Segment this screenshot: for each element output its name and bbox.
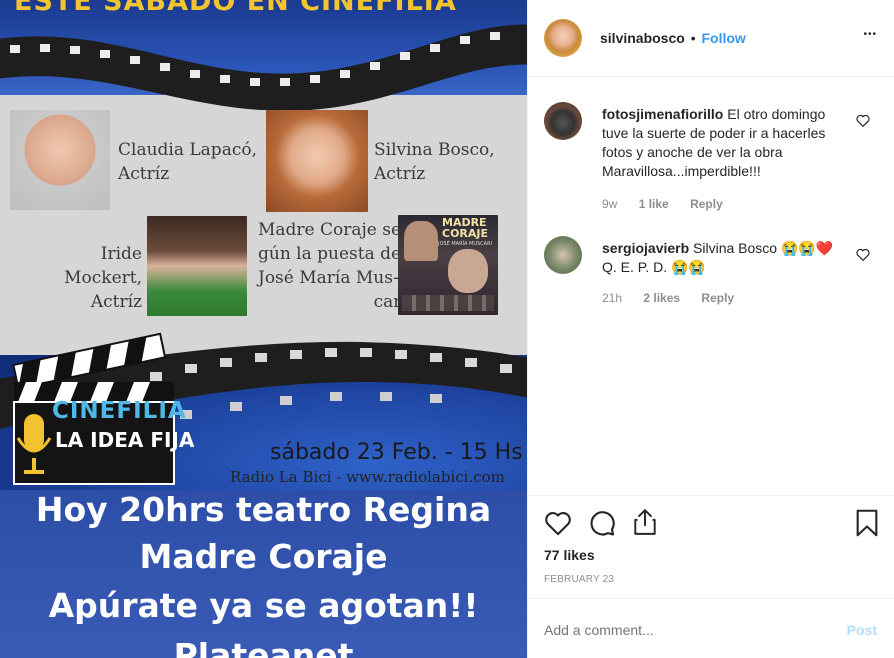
logo-title: CINEFILIA: [52, 398, 187, 424]
filmstrip-top: [0, 24, 527, 110]
event-poster-image: ESTE SABADO EN CINEFILIA Claudia Lapacó,…: [0, 0, 527, 490]
follow-button[interactable]: Follow: [702, 30, 746, 46]
comment-likes[interactable]: 2 likes: [643, 291, 680, 305]
like-heart-icon[interactable]: [544, 510, 572, 536]
comment-text: Silvina Bosco 😭😭❤️: [693, 240, 834, 256]
play-line-3: José María Mus-: [258, 268, 399, 288]
story-line-1: Hoy 20hrs teatro Regina: [35, 490, 492, 529]
claudia-lapaco-photo: [10, 110, 110, 210]
post-media[interactable]: ESTE SABADO EN CINEFILIA Claudia Lapacó,…: [0, 0, 527, 658]
author-avatar[interactable]: [544, 19, 582, 57]
actor-1-role: Actríz: [118, 164, 170, 184]
header-separator: •: [690, 30, 696, 46]
silvina-bosco-photo: [266, 110, 368, 212]
comment-bubble-icon[interactable]: [588, 509, 616, 537]
post-comment-button[interactable]: Post: [847, 622, 877, 638]
play-line-1: Madre Coraje se-: [258, 220, 407, 240]
comment-body: fotosjimenafiorillo El otro domingo tuve…: [602, 105, 842, 181]
actor-3-role: Actríz: [90, 292, 142, 312]
comment-meta: 9w 1 like Reply: [602, 197, 741, 211]
comment-likes[interactable]: 1 like: [639, 197, 669, 211]
post-header: silvinabosco • Follow •••: [528, 0, 894, 77]
share-icon[interactable]: [632, 508, 658, 536]
comment-meta: 21h 2 likes Reply: [602, 291, 752, 305]
play-line-2: gún la puesta de: [258, 244, 402, 264]
add-comment-input[interactable]: [544, 619, 814, 641]
comment-text-line-2: Q. E. P. D. 😭😭: [602, 259, 706, 275]
more-options-icon[interactable]: •••: [863, 29, 877, 40]
madre-coraje-poster-thumb: MADRE CORAJE JOSÉ MARÍA MUSCARI: [398, 215, 498, 315]
comment-time[interactable]: 21h: [602, 291, 622, 305]
actor-1-caption: Claudia Lapacó, Actríz: [118, 138, 257, 186]
reply-button[interactable]: Reply: [701, 291, 734, 305]
thumb-subtitle: JOSÉ MARÍA MUSCARI: [438, 241, 493, 247]
story-line-4: Plateanet: [173, 636, 354, 658]
actor-1-name: Claudia Lapacó,: [118, 140, 257, 160]
actor-3-caption: Iride Mockert, Actríz: [32, 242, 142, 314]
comment-item: sergiojavierb Silvina Bosco 😭😭❤️ Q. E. P…: [544, 236, 884, 316]
like-comment-heart-icon[interactable]: [856, 114, 870, 127]
iride-mockert-photo: [147, 216, 247, 316]
post-actions: 77 likes FEBRUARY 23: [528, 495, 894, 585]
event-date: sábado 23 Feb. - 15 Hs: [270, 440, 523, 465]
actor-2-role: Actríz: [374, 164, 426, 184]
commenter-avatar[interactable]: [544, 236, 582, 274]
comment-body: sergiojavierb Silvina Bosco 😭😭❤️ Q. E. P…: [602, 239, 842, 277]
comment-item: fotosjimenafiorillo El otro domingo tuve…: [544, 102, 884, 222]
likes-count[interactable]: 77 likes: [544, 547, 595, 563]
play-description: Madre Coraje se- gún la puesta de José M…: [258, 218, 407, 314]
play-line-4: cari: [373, 292, 407, 312]
post-side-panel: silvinabosco • Follow ••• fotosjimenafio…: [527, 0, 894, 658]
commenter-avatar[interactable]: [544, 102, 582, 140]
reply-button[interactable]: Reply: [690, 197, 723, 211]
post-date[interactable]: FEBRUARY 23: [544, 574, 614, 585]
actor-2-caption: Silvina Bosco, Actríz: [374, 138, 495, 186]
author-username[interactable]: silvinabosco: [600, 30, 685, 46]
add-comment-bar: Post: [528, 598, 894, 658]
event-radio: Radio La Bici - www.radiolabici.com: [230, 468, 505, 486]
logo-subtitle: LA IDEA FIJA: [55, 428, 195, 452]
thumb-figure-2: [448, 249, 488, 293]
thumb-figure: [404, 221, 438, 261]
like-comment-heart-icon[interactable]: [856, 248, 870, 261]
actor-3-name: Iride Mockert,: [64, 244, 142, 288]
actor-2-name: Silvina Bosco,: [374, 140, 495, 160]
save-bookmark-icon[interactable]: [855, 509, 879, 537]
commenter-username[interactable]: fotosjimenafiorillo: [602, 106, 723, 122]
commenter-username[interactable]: sergiojavierb: [602, 240, 689, 256]
story-overlay-image: Hoy 20hrs teatro Regina Madre Coraje Apú…: [0, 490, 527, 658]
thumb-title-2: CORAJE: [442, 227, 489, 240]
story-line-3: Apúrate ya se agotan!!: [48, 586, 479, 625]
story-line-2: Madre Coraje: [139, 537, 388, 576]
thumb-cast-row: [402, 295, 494, 311]
comment-time[interactable]: 9w: [602, 197, 617, 211]
